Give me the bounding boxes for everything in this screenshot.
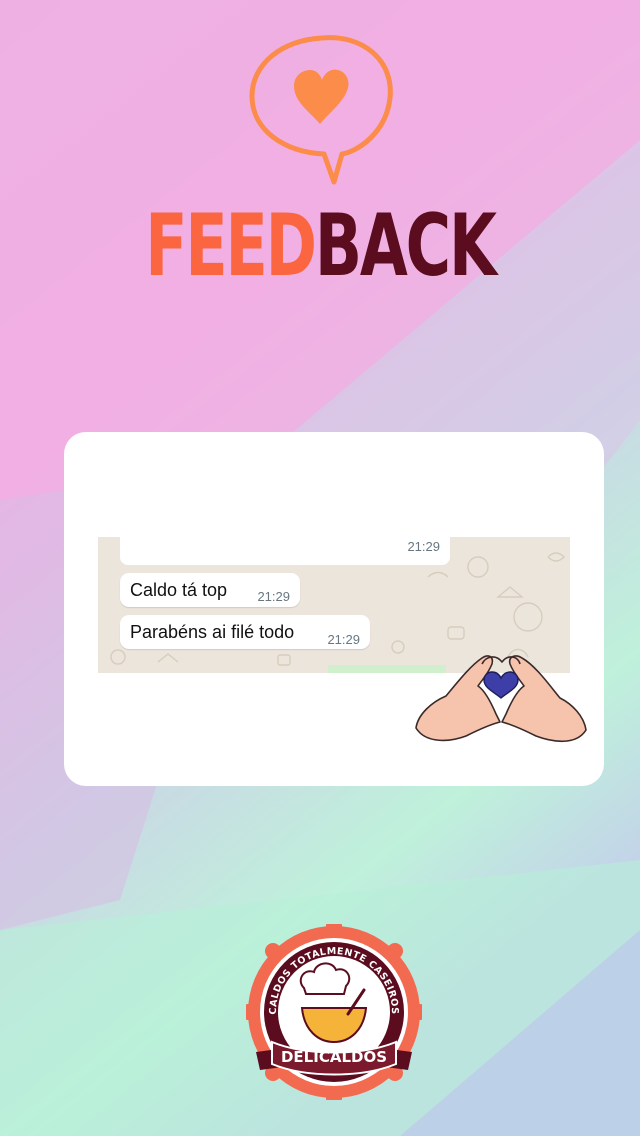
- message-text: Parabéns ai filé todo: [130, 622, 295, 642]
- heart-speech-bubble-icon: [249, 35, 393, 185]
- title-back: BACK: [314, 196, 497, 296]
- message-text: Caldo tá top: [130, 580, 228, 600]
- title-feed: FEED: [145, 196, 317, 296]
- previous-message-bubble: 21:29: [120, 537, 450, 565]
- logo-brand-text: DELICALDOS: [281, 1048, 387, 1066]
- message-time: 21:29: [327, 632, 360, 647]
- message-time: 21:29: [407, 539, 440, 554]
- message-bubble: Parabéns ai filé todo 21:29: [120, 615, 370, 649]
- message-time: 21:29: [257, 589, 290, 604]
- heart-hands-icon: [415, 655, 587, 743]
- page-title: FEEDBACK: [90, 186, 551, 306]
- delicaldos-logo: CALDOS TOTALMENTE CASEIROS DELICALDOS: [246, 924, 422, 1100]
- message-bubble: Caldo tá top 21:29: [120, 573, 300, 607]
